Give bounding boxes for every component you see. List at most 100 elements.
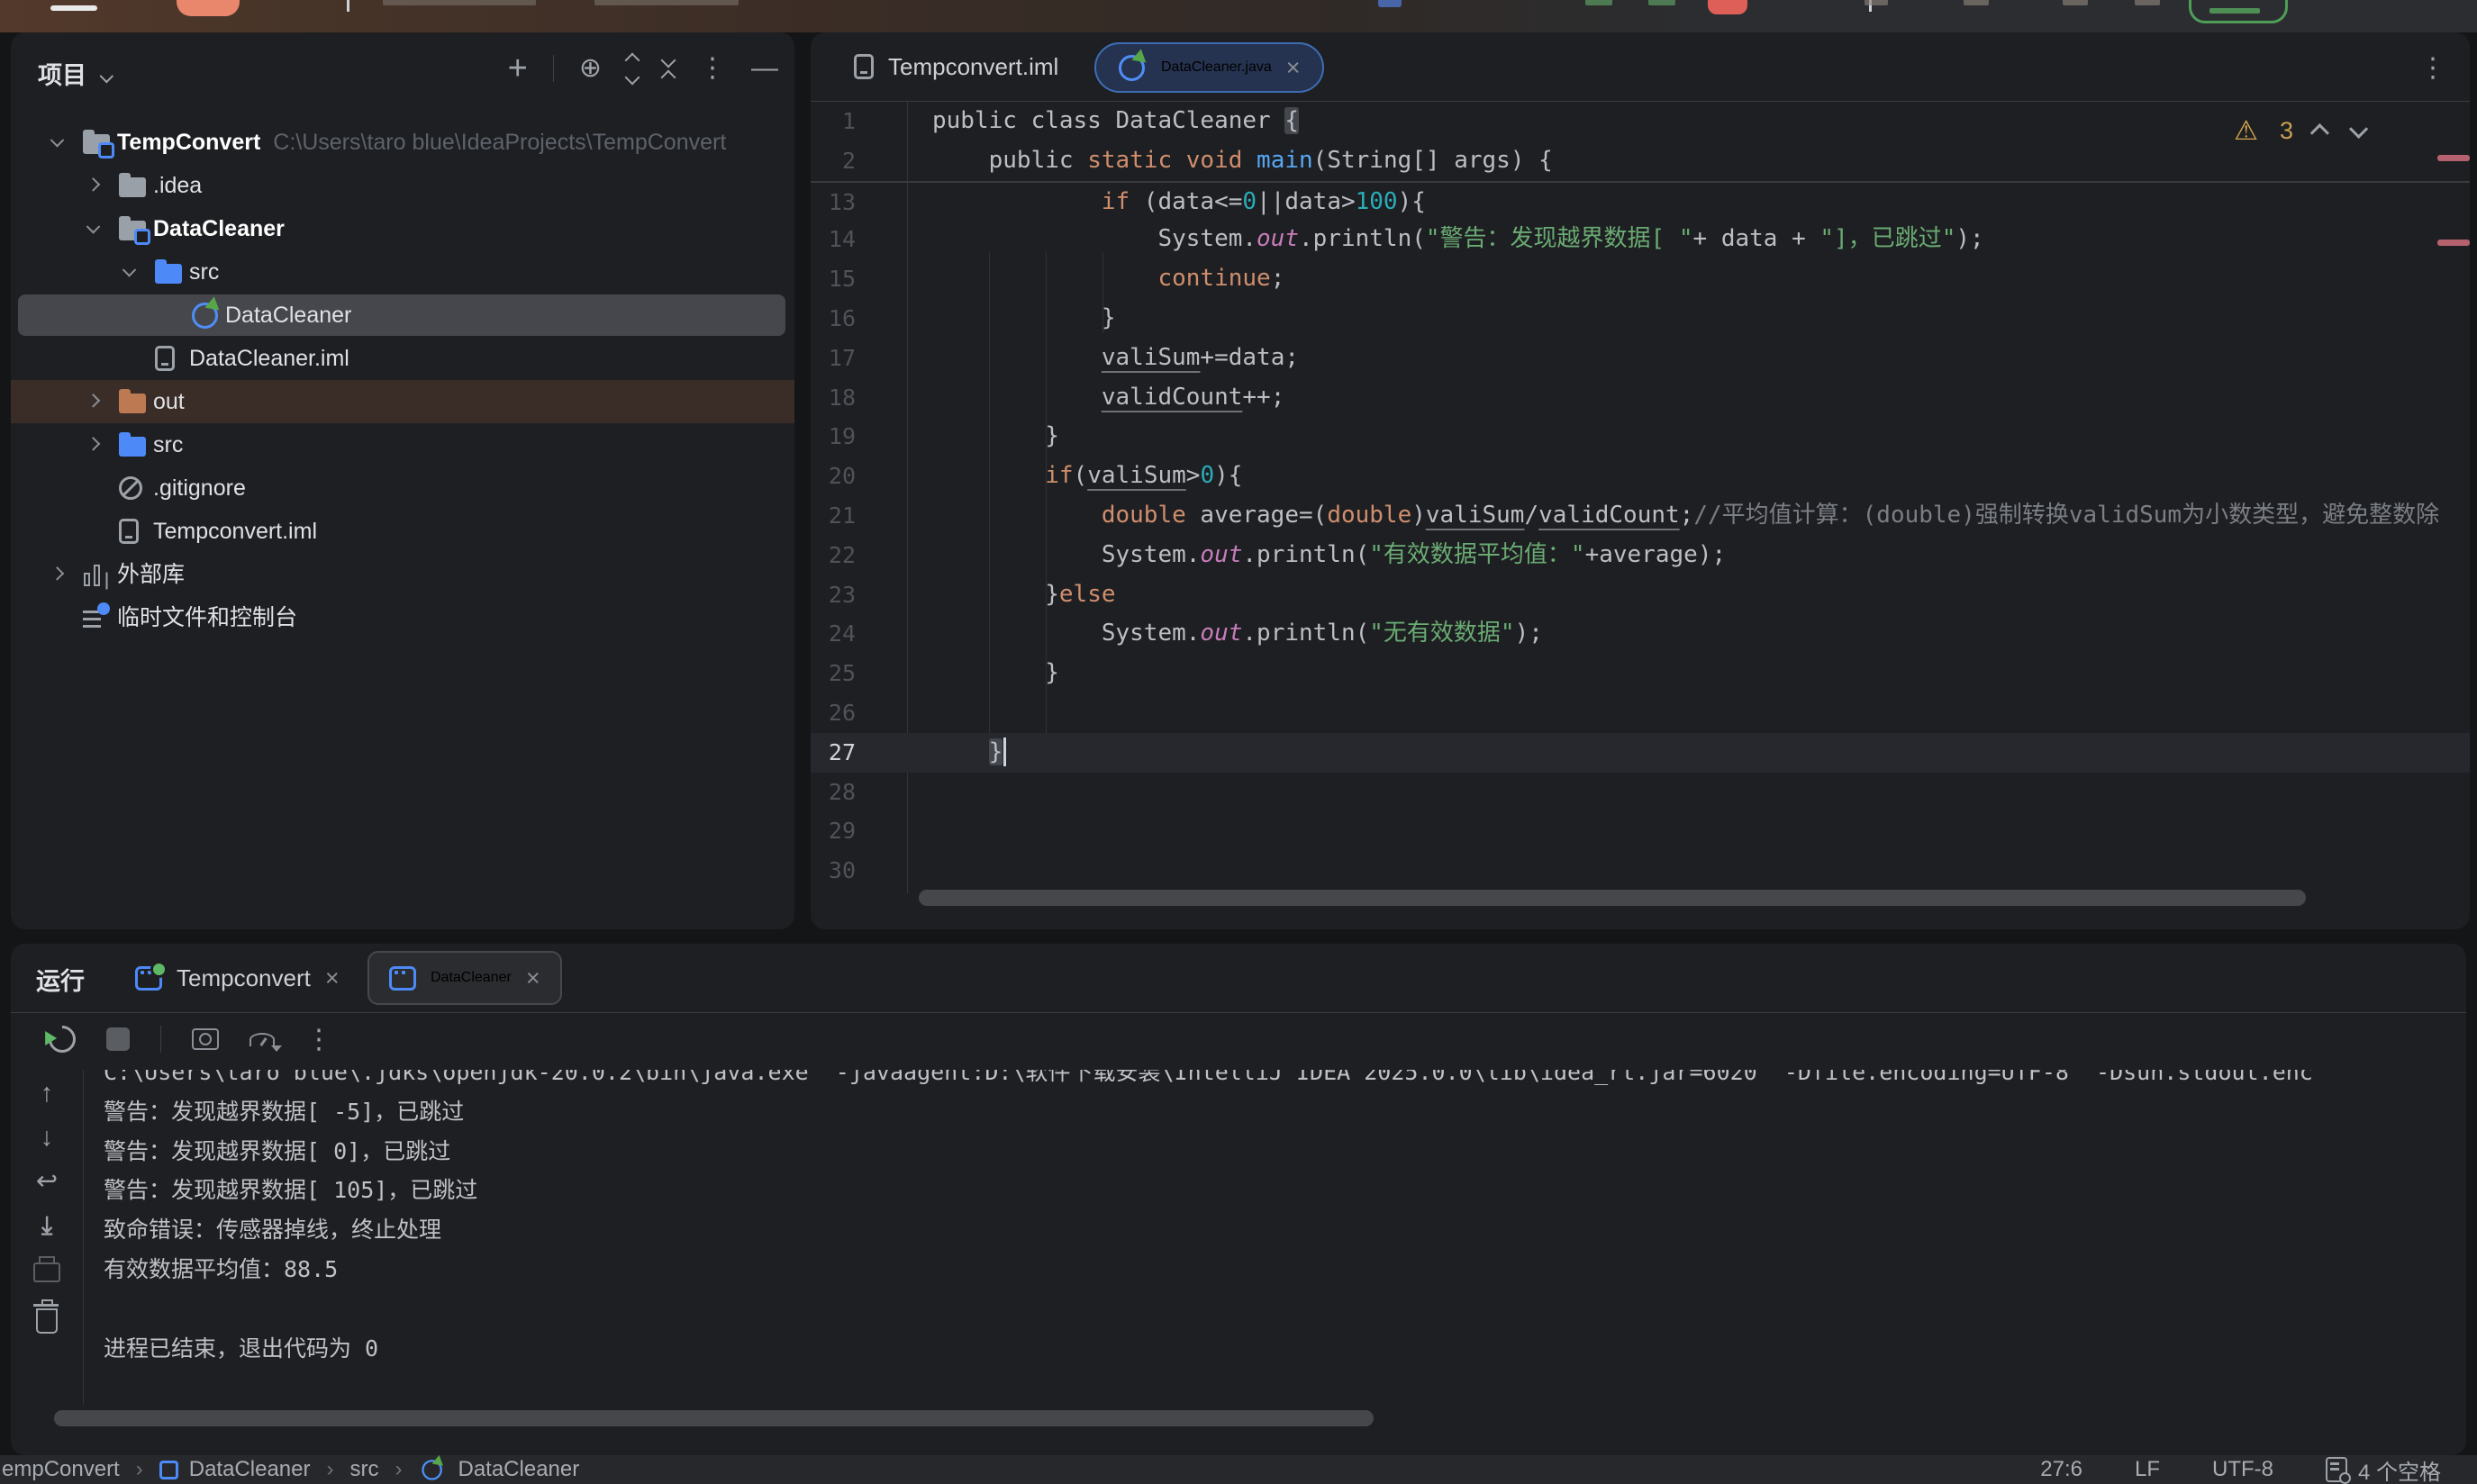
- tree-item-datacleaner[interactable]: DataCleaner: [11, 294, 794, 337]
- editor-horizontal-scrollbar[interactable]: [919, 890, 2306, 906]
- run-tab-tempconvert[interactable]: Tempconvert×: [135, 944, 340, 1012]
- print-icon[interactable]: [33, 1262, 60, 1282]
- commit-icon[interactable]: [1964, 0, 1989, 5]
- license-pill-button[interactable]: [2189, 0, 2288, 23]
- line-ending[interactable]: LF: [2135, 1457, 2160, 1482]
- file-encoding[interactable]: UTF-8: [2212, 1457, 2273, 1482]
- close-tab-icon[interactable]: ×: [325, 966, 340, 991]
- screenshot-icon[interactable]: [192, 1028, 219, 1050]
- project-panel-title[interactable]: 项目: [38, 56, 109, 91]
- tree-item-tempconvert[interactable]: TempConvertC:\Users\taro blue\IdeaProjec…: [11, 121, 794, 164]
- line-number[interactable]: 25: [811, 654, 907, 693]
- indent-setting[interactable]: 4 个空格: [2326, 1454, 2441, 1484]
- tree-item-src[interactable]: src: [11, 250, 794, 294]
- stop-record-icon[interactable]: [1708, 0, 1747, 14]
- console-output[interactable]: C:\Users\taro blue\.jdks\openjdk-20.0.2\…: [104, 1070, 2448, 1392]
- line-number[interactable]: 17: [811, 339, 907, 378]
- tree-item-out[interactable]: out: [11, 380, 794, 423]
- expand-all-icon[interactable]: [627, 55, 638, 83]
- more-options-icon[interactable]: ⋮: [699, 52, 726, 85]
- chevron-right-icon[interactable]: [86, 437, 101, 451]
- line-number[interactable]: 28: [811, 773, 907, 812]
- console-horizontal-scrollbar[interactable]: [54, 1410, 1374, 1426]
- chevron-down-icon[interactable]: [122, 263, 137, 277]
- line-number[interactable]: 30: [811, 851, 907, 891]
- chevron-right-icon[interactable]: [86, 394, 101, 408]
- breadcrumb-item[interactable]: DataCleaner: [418, 1455, 579, 1484]
- tree-item-.gitignore[interactable]: .gitignore: [11, 466, 794, 510]
- run-panel-header: 运行 Tempconvert× DataCleaner×: [11, 944, 2466, 1013]
- tree-item-tempconvert.iml[interactable]: Tempconvert.iml: [11, 510, 794, 553]
- stop-icon[interactable]: [106, 1027, 130, 1051]
- clear-console-icon[interactable]: [36, 1308, 58, 1334]
- debug-icon[interactable]: [1648, 0, 1675, 5]
- breadcrumb-item[interactable]: empConvert: [2, 1457, 120, 1482]
- error-stripe-mark[interactable]: [2437, 240, 2470, 246]
- editor-tab-tempconvert.iml[interactable]: Tempconvert.iml: [854, 32, 1058, 101]
- line-number[interactable]: 1: [811, 102, 907, 141]
- editor-tab-datacleaner.java[interactable]: DataCleaner.java×: [1094, 42, 1324, 93]
- rerun-icon[interactable]: [43, 1020, 81, 1058]
- toolbar-blue-icon[interactable]: [1378, 0, 1402, 7]
- line-number[interactable]: 23: [811, 575, 907, 615]
- line-number[interactable]: 20: [811, 457, 907, 496]
- close-tab-icon[interactable]: ×: [1286, 56, 1301, 80]
- console-icon: [389, 966, 416, 991]
- chevron-down-icon[interactable]: [86, 220, 101, 234]
- editor-options-icon[interactable]: ⋮: [2419, 52, 2446, 84]
- run-tab-datacleaner[interactable]: DataCleaner×: [367, 951, 562, 1005]
- tree-item-外部库[interactable]: 外部库: [11, 553, 794, 596]
- line-number[interactable]: 2: [811, 141, 907, 181]
- history-icon[interactable]: [1865, 0, 1888, 5]
- close-tab-icon[interactable]: ×: [526, 966, 540, 991]
- code-text: [907, 811, 932, 851]
- line-number[interactable]: 29: [811, 811, 907, 851]
- inspections-widget[interactable]: ⚠ 3: [2234, 115, 2364, 147]
- tree-item-src[interactable]: src: [11, 423, 794, 466]
- profiler-icon[interactable]: [250, 1033, 275, 1046]
- settings-icon[interactable]: [2135, 0, 2160, 5]
- line-number[interactable]: 13: [811, 183, 907, 221]
- tree-item-datacleaner[interactable]: DataCleaner: [11, 207, 794, 250]
- tree-item-临时文件和控制台[interactable]: 临时文件和控制台: [11, 596, 794, 639]
- locate-file-icon[interactable]: ⊕: [579, 52, 602, 85]
- hide-panel-icon[interactable]: —: [751, 52, 778, 85]
- tree-item-.idea[interactable]: .idea: [11, 164, 794, 207]
- prev-problem-icon[interactable]: [2310, 123, 2329, 142]
- line-number[interactable]: 18: [811, 378, 907, 418]
- up-stacktrace-icon[interactable]: ↑: [41, 1079, 54, 1108]
- chevron-right-icon[interactable]: [50, 566, 65, 581]
- chevron-right-icon[interactable]: [86, 177, 101, 192]
- more-options-icon[interactable]: ⋮: [305, 1024, 332, 1055]
- line-number[interactable]: 15: [811, 259, 907, 299]
- caret-position[interactable]: 27:6: [2040, 1457, 2082, 1482]
- chevron-down-icon[interactable]: [50, 133, 65, 148]
- line-number[interactable]: 14: [811, 220, 907, 259]
- tree-item-label: .idea: [153, 173, 202, 198]
- breadcrumb-label: src: [349, 1457, 378, 1482]
- line-number[interactable]: 16: [811, 299, 907, 339]
- soft-wrap-icon[interactable]: ↩: [36, 1167, 58, 1196]
- hamburger-menu-icon[interactable]: [50, 5, 97, 11]
- add-button[interactable]: +: [508, 53, 528, 84]
- line-number[interactable]: 22: [811, 536, 907, 575]
- search-icon[interactable]: [2063, 0, 2088, 5]
- line-number[interactable]: 26: [811, 693, 907, 733]
- run-panel-title[interactable]: 运行: [36, 962, 85, 997]
- line-number[interactable]: 21: [811, 496, 907, 536]
- collapse-all-icon[interactable]: [663, 55, 674, 83]
- run-icon[interactable]: [1585, 0, 1612, 5]
- line-number[interactable]: 24: [811, 614, 907, 654]
- code-editor[interactable]: 1public class DataCleaner {2 public stat…: [811, 102, 2470, 929]
- breadcrumb-item[interactable]: DataCleaner: [159, 1457, 311, 1482]
- error-stripe-mark[interactable]: [2437, 155, 2470, 161]
- tree-item-label: DataCleaner: [153, 216, 285, 241]
- tree-item-datacleaner.iml[interactable]: DataCleaner.iml: [11, 337, 794, 380]
- scroll-to-end-icon[interactable]: ⇥: [32, 1215, 61, 1236]
- app-red-icon[interactable]: [177, 0, 240, 16]
- line-number[interactable]: 19: [811, 417, 907, 457]
- breadcrumb-item[interactable]: src: [349, 1457, 378, 1482]
- line-number[interactable]: 27: [811, 733, 907, 773]
- code-line-21: 21 double average=(double)valiSum/validC…: [811, 496, 2470, 536]
- down-stacktrace-icon[interactable]: ↓: [41, 1123, 54, 1152]
